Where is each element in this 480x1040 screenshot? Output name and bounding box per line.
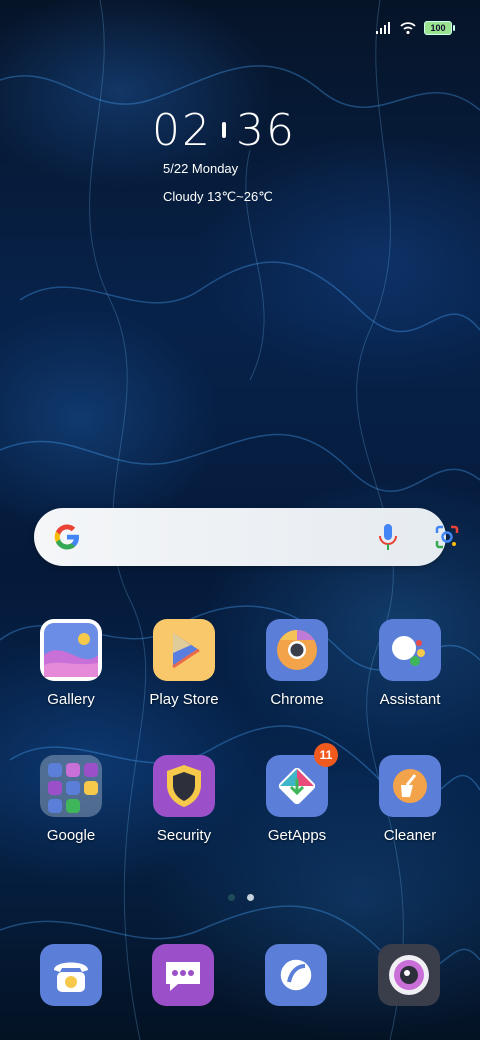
app-label: Cleaner <box>383 827 437 844</box>
gallery-icon <box>40 619 102 681</box>
app-label: Gallery <box>47 691 95 708</box>
status-bar: 100 <box>376 18 455 38</box>
app-assistant[interactable]: Assistant <box>360 619 460 708</box>
battery-icon: 100 <box>424 21 455 35</box>
app-gallery[interactable]: Gallery <box>21 619 121 708</box>
app-cleaner[interactable]: Cleaner <box>360 755 460 844</box>
clock-minutes: 36 <box>236 104 296 156</box>
google-logo-icon <box>54 524 79 550</box>
notification-badge: 11 <box>314 743 338 767</box>
signal-icon <box>376 22 390 34</box>
page-indicator[interactable] <box>228 894 254 901</box>
app-label: Security <box>156 827 212 844</box>
lens-icon[interactable] <box>434 524 460 550</box>
app-label: Chrome <box>270 691 324 708</box>
clock-separator <box>222 122 226 138</box>
browser-icon[interactable] <box>265 944 327 1006</box>
app-label: Assistant <box>379 691 441 708</box>
app-label: Google <box>46 827 96 844</box>
date-text: 5/22 Monday <box>163 161 239 176</box>
chrome-icon <box>266 619 328 681</box>
app-google-folder[interactable]: Google <box>21 755 121 844</box>
app-label: Play Store <box>149 691 219 708</box>
cleaner-icon <box>379 755 441 817</box>
mic-icon[interactable] <box>376 522 400 552</box>
folder-icon <box>40 755 102 817</box>
app-getapps[interactable]: 11 GetApps <box>247 743 347 844</box>
camera-icon[interactable] <box>378 944 440 1006</box>
messages-icon[interactable] <box>152 944 214 1006</box>
clock-hours: 02 <box>152 104 212 156</box>
search-bar[interactable] <box>34 508 459 566</box>
phone-icon[interactable] <box>40 944 102 1006</box>
app-security[interactable]: Security <box>134 755 234 844</box>
app-chrome[interactable]: Chrome <box>247 619 347 708</box>
page-dot-active[interactable] <box>247 894 254 901</box>
play-store-icon <box>153 619 215 681</box>
assistant-icon <box>379 619 441 681</box>
clock-widget[interactable]: 02 36 <box>152 104 296 156</box>
shield-icon <box>153 755 215 817</box>
page-dot[interactable] <box>228 894 235 901</box>
app-play-store[interactable]: Play Store <box>134 619 234 708</box>
weather-text[interactable]: Cloudy 13℃~26℃ <box>163 189 273 205</box>
getapps-icon: 11 <box>266 743 338 817</box>
wifi-icon <box>400 22 416 34</box>
app-label: GetApps <box>267 827 327 844</box>
